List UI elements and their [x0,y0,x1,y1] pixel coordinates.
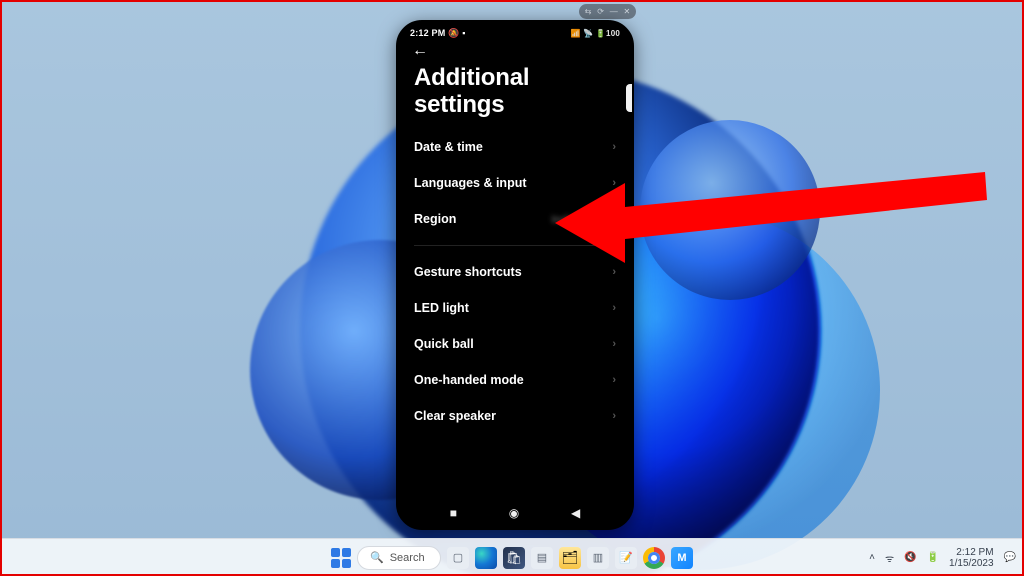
chevron-right-icon: › [612,177,616,189]
wifi-icon[interactable]: ᯤ [885,551,894,565]
chrome-icon[interactable] [643,547,665,569]
chevron-right-icon: › [612,141,616,153]
setting-quick-ball[interactable]: Quick ball › [414,326,616,362]
chevron-right-icon: › [612,374,616,386]
nav-back-icon[interactable]: ◀ [571,506,580,520]
notifications-icon[interactable]: 💬 [1004,552,1016,563]
speaker-icon[interactable]: 🔇 [904,552,916,563]
section-divider [414,245,616,246]
android-navbar: ■ ◉ ◀ [398,506,632,520]
setting-region[interactable]: Region Indonesia › [414,201,616,237]
mega-icon[interactable]: M [671,547,693,569]
setting-label: Clear speaker [414,409,496,423]
setting-label: Quick ball [414,337,474,351]
status-time: 2:12 PM 🔕 ▪ [410,28,466,39]
system-tray: ˄ ᯤ 🔇 🔋 2:12 PM 1/15/2023 💬 [869,547,1016,569]
status-bar: 2:12 PM 🔕 ▪ 📶 📡 🔋100 [398,22,632,41]
setting-label: One-handed mode [414,373,524,387]
app-icon[interactable]: ▤ [531,547,553,569]
nav-home-icon[interactable]: ◉ [509,506,519,520]
setting-date-time[interactable]: Date & time › [414,129,616,165]
scroll-indicator [626,84,634,112]
taskbar-search[interactable]: 🔍 Search [357,546,441,570]
setting-clear-speaker[interactable]: Clear speaker › [414,398,616,434]
search-placeholder: Search [390,552,425,564]
setting-led-light[interactable]: LED light › [414,290,616,326]
status-right-icons: 📶 📡 🔋100 [571,29,620,38]
taskbar-center: 🔍 Search ▢ 🛍 ▤ 🗂 ▥ 📝 M [331,546,693,570]
file-explorer-icon[interactable]: 🗂 [559,547,581,569]
chevron-right-icon: › [612,338,616,350]
emu-refresh-icon[interactable]: ⟳ [597,7,604,16]
setting-label: LED light [414,301,469,315]
setting-label: Languages & input [414,176,527,190]
phone-frame: 2:12 PM 🔕 ▪ 📶 📡 🔋100 ← Additional settin… [396,20,634,530]
notes-icon[interactable]: 📝 [615,547,637,569]
windows-taskbar: 🔍 Search ▢ 🛍 ▤ 🗂 ▥ 📝 M ˄ ᯤ 🔇 🔋 2:12 PM 1… [0,538,1024,576]
start-button[interactable] [331,548,351,568]
setting-value: Indonesia [552,214,603,226]
app-icon[interactable]: ▥ [587,547,609,569]
edge-icon[interactable] [475,547,497,569]
setting-gesture-shortcuts[interactable]: Gesture shortcuts › [414,254,616,290]
nav-recent-icon[interactable]: ■ [450,506,457,520]
chevron-right-icon: › [612,410,616,422]
taskbar-clock[interactable]: 2:12 PM 1/15/2023 [949,547,994,569]
settings-list: Date & time › Languages & input › Region… [398,129,632,434]
setting-label: Gesture shortcuts [414,265,522,279]
emu-swap-icon[interactable]: ⇆ [585,7,592,16]
back-button[interactable]: ← [398,41,632,61]
emu-minimize-icon[interactable]: — [610,7,618,16]
tray-chevron-icon[interactable]: ˄ [869,552,875,563]
emulator-toolbar: ⇆ ⟳ — ✕ [579,4,636,19]
taskview-button[interactable]: ▢ [447,547,469,569]
search-icon: 🔍 [370,551,384,564]
chevron-right-icon: › [612,214,616,226]
page-title: Additional settings [398,61,632,129]
chevron-right-icon: › [612,302,616,314]
battery-icon[interactable]: 🔋 [927,552,939,563]
emu-close-icon[interactable]: ✕ [623,7,630,16]
setting-languages-input[interactable]: Languages & input › [414,165,616,201]
setting-one-handed-mode[interactable]: One-handed mode › [414,362,616,398]
setting-label: Date & time [414,140,483,154]
chevron-right-icon: › [612,266,616,278]
store-icon[interactable]: 🛍 [503,547,525,569]
setting-label: Region [414,212,456,226]
